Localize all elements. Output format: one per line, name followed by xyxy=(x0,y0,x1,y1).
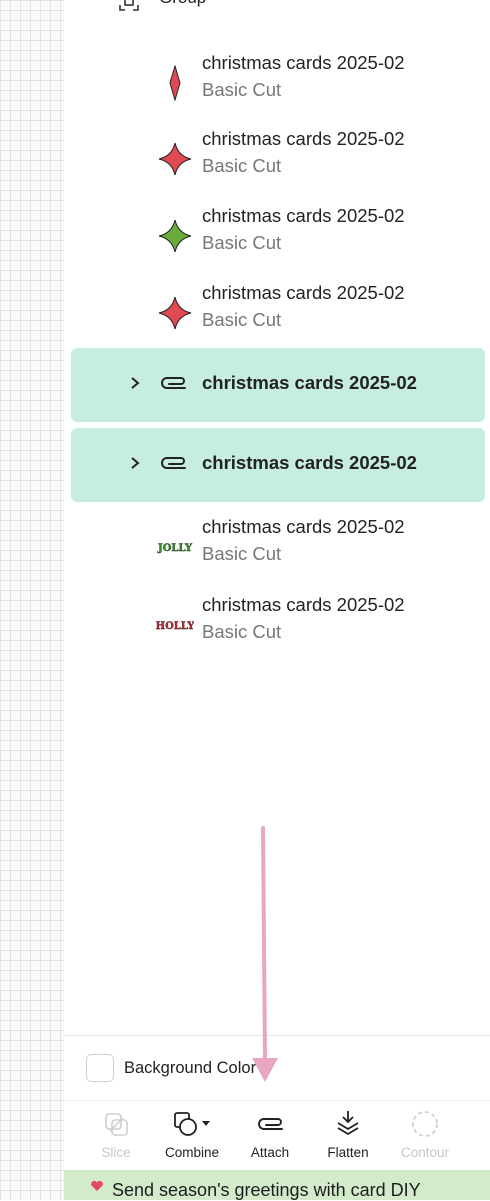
layer-name: christmas cards 2025-02 xyxy=(202,594,405,615)
layers-panel: Group christmas cards 2025-02 Basic Cut … xyxy=(64,0,490,1200)
heart-icon xyxy=(91,1180,103,1191)
chevron-down-icon[interactable] xyxy=(86,0,100,2)
layer-row[interactable]: christmas cards 2025-02 Basic Cut xyxy=(64,128,490,198)
layer-row[interactable]: christmas cards 2025-02 Basic Cut xyxy=(64,282,490,352)
attached-group-row[interactable]: christmas cards 2025-02 xyxy=(71,348,485,422)
jolly-thumbnail-text: JOLLY xyxy=(157,543,193,554)
annotation-arrow xyxy=(252,826,278,1082)
slice-label: Slice xyxy=(101,1145,131,1160)
layer-thumbnail xyxy=(156,64,194,102)
flatten-button[interactable]: Flatten xyxy=(310,1109,386,1169)
layer-row[interactable]: HOLLY christmas cards 2025-02 Basic Cut xyxy=(64,594,490,664)
layer-name: christmas cards 2025-02 xyxy=(202,282,405,303)
background-color-label: Background Color xyxy=(124,1059,257,1077)
layer-operation: Basic Cut xyxy=(202,79,282,100)
paperclip-icon xyxy=(161,377,186,389)
flatten-label: Flatten xyxy=(327,1145,369,1160)
background-color-checkbox[interactable] xyxy=(86,1054,114,1082)
holly-thumbnail-text: HOLLY xyxy=(156,621,194,632)
slice-icon xyxy=(105,1113,128,1136)
layer-thumbnail xyxy=(156,217,194,255)
chevron-right-icon[interactable] xyxy=(129,456,141,470)
dropdown-caret-icon xyxy=(202,1121,210,1126)
group-label: Group xyxy=(159,0,206,8)
layer-thumbnail xyxy=(156,140,194,178)
contour-icon xyxy=(412,1111,438,1137)
attached-group-name: christmas cards 2025-02 xyxy=(202,372,417,393)
combine-label: Combine xyxy=(164,1145,220,1160)
layer-row[interactable]: JOLLY christmas cards 2025-02 Basic Cut xyxy=(64,516,490,586)
layer-operation: Basic Cut xyxy=(202,232,282,253)
bottom-toolbar: Slice Combine Attach Flatten Contour xyxy=(64,1100,490,1171)
layer-operation: Basic Cut xyxy=(202,543,282,564)
layer-name: christmas cards 2025-02 xyxy=(202,52,405,73)
slice-button[interactable]: Slice xyxy=(78,1109,154,1169)
group-header-row[interactable]: Group xyxy=(64,0,490,18)
combine-button[interactable]: Combine xyxy=(154,1109,230,1169)
promo-banner-text: Send season's greetings with card DIY xyxy=(112,1180,421,1200)
layer-operation: Basic Cut xyxy=(202,155,282,176)
layer-operation: Basic Cut xyxy=(202,621,282,642)
layer-thumbnail xyxy=(156,294,194,332)
layer-name: christmas cards 2025-02 xyxy=(202,516,405,537)
contour-button[interactable]: Contour xyxy=(387,1109,463,1169)
jolly-text-thumbnail: JOLLY xyxy=(156,528,194,566)
combine-icon xyxy=(174,1112,210,1136)
design-canvas-grid[interactable] xyxy=(0,0,65,1200)
chevron-right-icon[interactable] xyxy=(129,376,141,390)
attached-group-name: christmas cards 2025-02 xyxy=(202,452,417,473)
layer-row[interactable]: christmas cards 2025-02 Basic Cut xyxy=(64,52,490,122)
promo-banner[interactable]: Send season's greetings with card DIY xyxy=(64,1170,490,1200)
attach-button[interactable]: Attach xyxy=(232,1109,308,1169)
layer-row[interactable]: christmas cards 2025-02 Basic Cut xyxy=(64,205,490,275)
flatten-icon xyxy=(337,1111,359,1136)
layer-name: christmas cards 2025-02 xyxy=(202,128,405,149)
attach-label: Attach xyxy=(250,1145,290,1160)
attached-group-row[interactable]: christmas cards 2025-02 xyxy=(71,428,485,502)
holly-text-thumbnail: HOLLY xyxy=(156,606,194,644)
paperclip-icon xyxy=(258,1118,283,1130)
layer-name: christmas cards 2025-02 xyxy=(202,205,405,226)
paperclip-icon xyxy=(161,457,186,469)
group-icon xyxy=(119,0,139,11)
layer-operation: Basic Cut xyxy=(202,309,282,330)
contour-label: Contour xyxy=(400,1145,450,1160)
